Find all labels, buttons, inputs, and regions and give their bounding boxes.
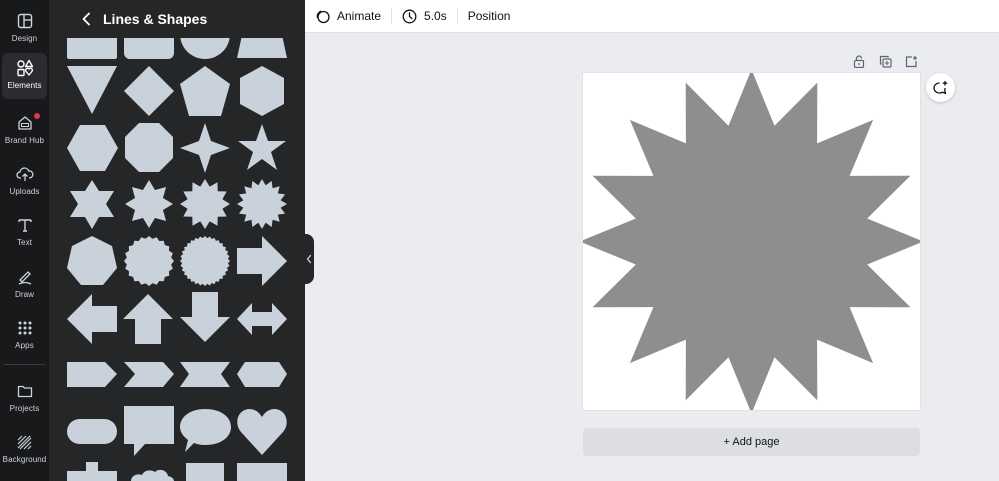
shape-hexagon-vertical[interactable] (240, 66, 284, 116)
rail-item-text[interactable]: Text (0, 210, 49, 256)
shape-pentagon[interactable] (180, 66, 230, 116)
design-icon (14, 10, 36, 32)
animate-icon (316, 9, 330, 23)
shape-arrow-up[interactable] (123, 294, 173, 344)
shapes-panel: Lines & Shapes (49, 0, 305, 481)
rail-label-design: Design (11, 34, 38, 43)
add-comment-button[interactable] (926, 73, 955, 102)
rail-item-elements[interactable]: Elements (2, 53, 47, 99)
rail-item-projects[interactable]: Projects (0, 376, 49, 422)
rail-label-apps: Apps (15, 341, 34, 350)
rail-label-draw: Draw (14, 290, 35, 299)
shape-starburst-16[interactable] (237, 179, 287, 229)
shape-star-4[interactable] (180, 123, 230, 173)
position-label: Position (467, 9, 511, 23)
unlock-icon (853, 54, 865, 68)
canvas-starburst-shape[interactable] (579, 69, 924, 414)
canvas-svg (579, 69, 924, 414)
elements-icon (14, 57, 36, 79)
rail-item-apps[interactable]: Apps (0, 313, 49, 359)
shape-pentagon-arrow[interactable] (67, 362, 117, 387)
clock-icon (402, 9, 417, 23)
shape-pill[interactable] (67, 419, 117, 444)
shape-speech-bubble-square[interactable] (124, 406, 174, 456)
rail-divider (4, 364, 45, 365)
background-pattern-icon (14, 431, 36, 453)
rail-label-projects: Projects (9, 404, 40, 413)
shape-hexagon[interactable] (67, 125, 118, 171)
shape-grid (67, 26, 287, 481)
shape-heart[interactable] (237, 409, 287, 455)
position-button[interactable]: Position (458, 0, 521, 33)
shape-seal-32-path (180, 236, 230, 286)
rail-label-elements: Elements (7, 81, 42, 90)
rail-item-uploads[interactable]: Uploads (0, 159, 49, 205)
panel-header: Lines & Shapes (49, 0, 305, 38)
page-actions (850, 52, 928, 70)
shape-heptagon[interactable] (67, 236, 117, 285)
add-page-icon (905, 55, 917, 67)
rail-item-draw[interactable]: Draw (0, 262, 49, 308)
rail-item-design[interactable]: Design (0, 6, 49, 52)
rail-item-background[interactable]: Background (0, 427, 49, 473)
shape-speech-bubble-round[interactable] (180, 409, 231, 452)
duration-button[interactable]: 5.0s (392, 0, 457, 33)
rail-label-uploads: Uploads (9, 187, 40, 196)
add-page-top-button[interactable] (902, 52, 920, 70)
shape-arrow-down[interactable] (180, 292, 230, 342)
duration-label: 5.0s (424, 9, 447, 23)
panel-title: Lines & Shapes (103, 11, 208, 27)
text-icon (14, 214, 36, 236)
rail-label-brand-hub: Brand Hub (4, 136, 45, 145)
side-rail: Design Elements Brand Hub Uploads Text D… (0, 0, 49, 481)
design-page[interactable] (579, 69, 924, 414)
shape-rectangle-wide[interactable] (237, 463, 287, 481)
comment-add-icon (933, 80, 948, 94)
shape-cross[interactable] (67, 462, 117, 481)
add-page-button[interactable]: + Add page (583, 428, 920, 456)
shape-cloud[interactable] (131, 469, 174, 481)
shape-chevron[interactable] (124, 362, 174, 387)
shape-arrow-right[interactable] (237, 236, 287, 286)
rail-label-background: Background (2, 455, 47, 464)
chevron-left-icon (82, 12, 90, 26)
apps-grid-icon (14, 317, 36, 339)
shape-triangle-down[interactable] (67, 66, 117, 114)
shape-star-6[interactable] (70, 180, 114, 229)
shape-star-12[interactable] (180, 179, 230, 229)
animate-label: Animate (337, 9, 382, 23)
draw-icon (14, 266, 36, 288)
shape-octagon[interactable] (125, 123, 173, 172)
shape-hexagon-tag[interactable] (237, 362, 287, 387)
shape-star-8[interactable] (125, 180, 173, 228)
upload-cloud-icon (14, 163, 36, 185)
top-toolbar: Animate 5.0s Position (305, 0, 999, 33)
shape-arrow-double[interactable] (237, 303, 287, 335)
folder-icon (14, 380, 36, 402)
rail-label-text: Text (16, 238, 33, 247)
collapse-panel-handle[interactable] (304, 234, 314, 284)
shape-arrow-left[interactable] (67, 294, 117, 344)
shape-seal-20-path (124, 236, 174, 286)
notification-dot (34, 113, 40, 119)
shape-starburst-16-path (237, 179, 287, 229)
lock-page-button[interactable] (850, 52, 868, 70)
duplicate-page-button[interactable] (876, 52, 894, 70)
brand-hub-icon (14, 112, 36, 134)
chevron-left-small-icon (306, 254, 312, 264)
shape-diamond[interactable] (124, 66, 174, 116)
shape-seal-32[interactable] (180, 236, 230, 286)
rail-item-brand-hub[interactable]: Brand Hub (0, 108, 49, 154)
back-button[interactable] (74, 7, 98, 31)
duplicate-icon (879, 55, 892, 68)
shape-star-5[interactable] (238, 124, 286, 170)
shape-star-12-path (180, 179, 230, 229)
shape-square[interactable] (186, 463, 224, 481)
animate-button[interactable]: Animate (305, 0, 391, 33)
shape-ribbon-banner[interactable] (180, 362, 230, 387)
shape-seal-20[interactable] (124, 236, 174, 286)
